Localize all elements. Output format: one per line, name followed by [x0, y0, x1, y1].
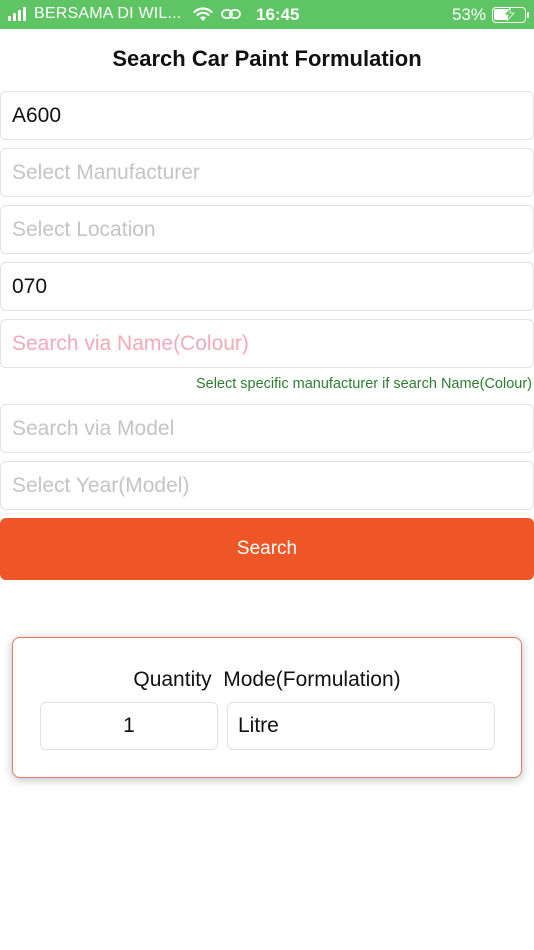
battery-charging-icon [492, 7, 529, 23]
model-search-input[interactable]: Search via Model [0, 404, 534, 453]
carrier-name: BERSAMA DI WIL... [34, 5, 182, 22]
battery-percent: 53% [451, 5, 486, 24]
mode-select[interactable]: Litre [227, 702, 495, 750]
status-bar: BERSAMA DI WIL... 16:45 53% [0, 0, 534, 29]
bolt-icon [503, 8, 515, 21]
name-colour-search-input[interactable]: Search via Name(Colour) [0, 319, 534, 368]
quantity-input[interactable]: 1 [40, 702, 218, 750]
paint-code-input[interactable]: A600 [0, 91, 534, 140]
location-select[interactable]: Select Location [0, 205, 534, 254]
quantity-mode-title: Quantity Mode(Formulation) [133, 668, 401, 691]
search-button[interactable]: Search [0, 518, 534, 580]
status-time: 16:45 [256, 5, 300, 24]
link-icon [221, 9, 242, 19]
page-title: Search Car Paint Formulation [112, 46, 422, 71]
signal-icon [8, 7, 28, 21]
status-left: BERSAMA DI WIL... [8, 5, 242, 23]
status-right: 53% [451, 5, 529, 25]
number-input[interactable]: 070 [0, 262, 534, 311]
quantity-card: Quantity Mode(Formulation) 1 Litre [12, 637, 522, 778]
manufacturer-hint: Select specific manufacturer if search N… [195, 376, 532, 392]
year-model-select[interactable]: Select Year(Model) [0, 461, 534, 510]
wifi-icon [193, 6, 214, 21]
manufacturer-select[interactable]: Select Manufacturer [0, 148, 534, 197]
